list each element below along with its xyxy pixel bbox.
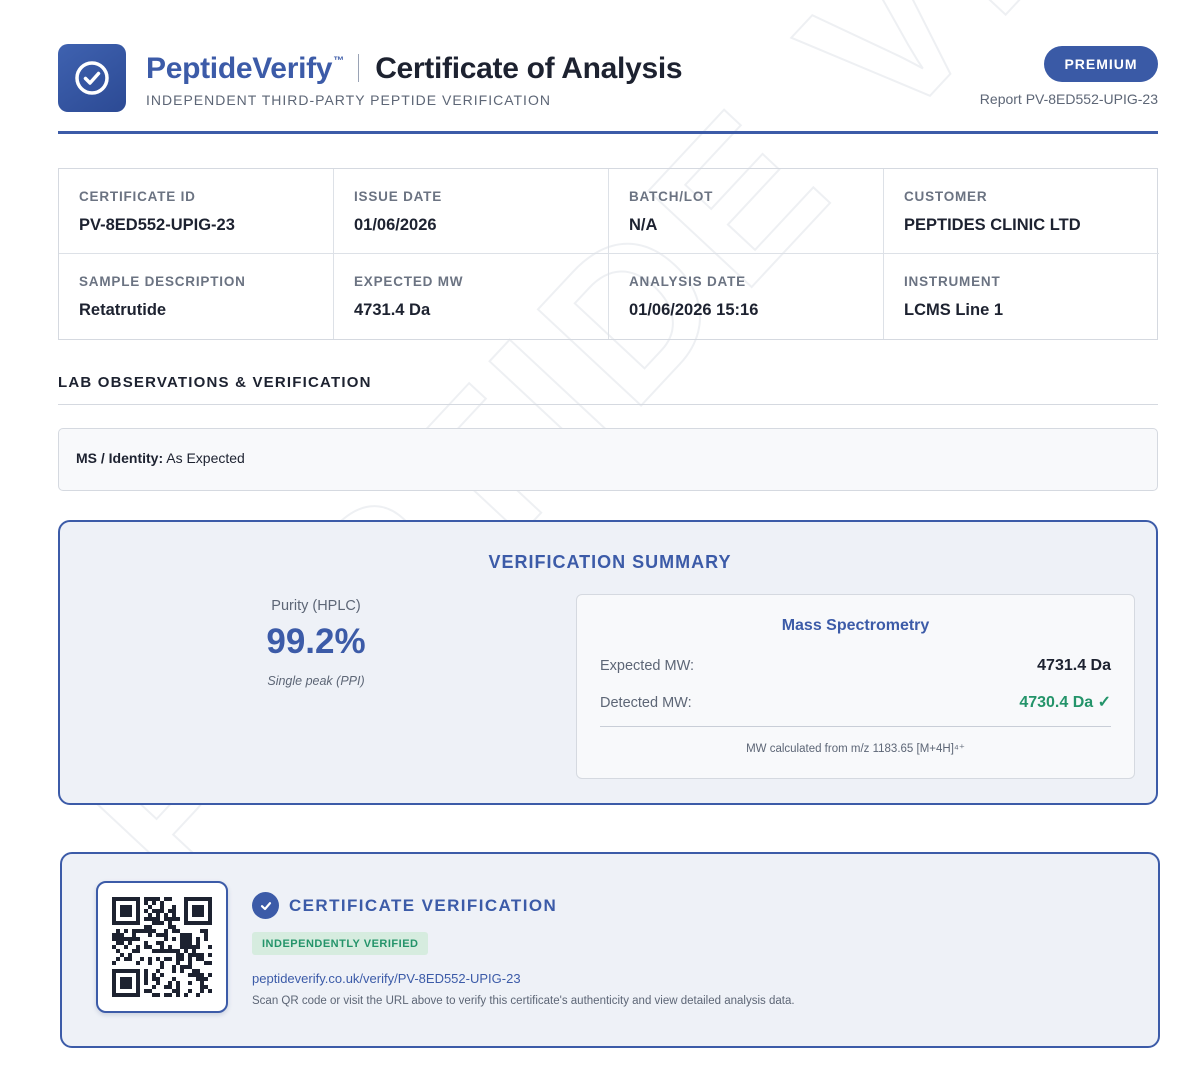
tagline: INDEPENDENT THIRD-PARTY PEPTIDE VERIFICA… — [146, 92, 551, 108]
ms-calculation-note: MW calculated from m/z 1183.65 [M+4H]⁴⁺ — [746, 743, 965, 755]
info-label: INSTRUMENT — [904, 274, 1001, 289]
mass-spectrometry-title: Mass Spectrometry — [781, 617, 930, 634]
header-divider — [58, 131, 1158, 134]
brand-line: PeptideVerify ™ Certificate of Analysis — [146, 50, 683, 86]
premium-badge: PREMIUM — [1044, 46, 1158, 82]
observation-label: MS / Identity: — [76, 450, 164, 466]
observation-value: As Expected — [163, 450, 245, 466]
document-title: Certificate of Analysis — [375, 52, 683, 85]
lab-observations-heading: LAB OBSERVATIONS & VERIFICATION — [58, 374, 372, 391]
info-cell-analysis-date: ANALYSIS DATE 01/06/2026 15:16 — [609, 254, 884, 339]
observation-box: MS / Identity: As Expected — [58, 428, 1158, 491]
qr-code-frame[interactable] — [96, 881, 228, 1013]
info-value: 01/06/2026 15:16 — [629, 301, 759, 319]
verification-heading: CERTIFICATE VERIFICATION — [252, 892, 557, 919]
header: PeptideVerify ™ Certificate of Analysis … — [58, 44, 1158, 114]
independently-verified-badge: INDEPENDENTLY VERIFIED — [252, 932, 429, 955]
verification-title: CERTIFICATE VERIFICATION — [289, 895, 558, 915]
expected-mw-value: 4731.4 Da — [1037, 657, 1111, 674]
brand-name: PeptideVerify — [146, 52, 333, 85]
info-value: N/A — [629, 216, 658, 234]
info-label: CUSTOMER — [904, 189, 988, 204]
info-label: EXPECTED MW — [354, 274, 464, 289]
info-label: SAMPLE DESCRIPTION — [79, 274, 246, 289]
check-circle-icon — [75, 61, 109, 95]
detected-mw-value: 4730.4 Da ✓ — [1019, 694, 1111, 711]
info-value: PV-8ED552-UPIG-23 — [79, 216, 235, 234]
info-cell-customer: CUSTOMER PEPTIDES CLINIC LTD — [884, 169, 1159, 254]
certificate-verification-panel: CERTIFICATE VERIFICATION INDEPENDENTLY V… — [60, 852, 1160, 1048]
section-divider — [58, 404, 1158, 405]
info-value: Retatrutide — [79, 301, 167, 319]
verified-check-icon — [252, 892, 279, 919]
detected-mw-row: Detected MW: 4730.4 Da ✓ — [600, 692, 1111, 712]
info-value: PEPTIDES CLINIC LTD — [904, 216, 1081, 234]
info-value: 01/06/2026 — [354, 216, 437, 234]
info-label: BATCH/LOT — [629, 189, 714, 204]
info-cell-issue-date: ISSUE DATE 01/06/2026 — [334, 169, 609, 254]
trademark: ™ — [333, 55, 345, 67]
qr-code-icon[interactable] — [112, 897, 212, 997]
report-id: Report PV-8ED552-UPIG-23 — [979, 91, 1158, 107]
info-label: ISSUE DATE — [354, 189, 443, 204]
logo — [58, 44, 126, 112]
info-cell-batch-lot: BATCH/LOT N/A — [609, 169, 884, 254]
purity-value: 99.2% — [266, 622, 366, 661]
info-cell-sample-description: SAMPLE DESCRIPTION Retatrutide — [59, 254, 334, 339]
verification-summary-title: VERIFICATION SUMMARY — [488, 552, 732, 572]
purity-label: Purity (HPLC) — [271, 598, 361, 614]
info-cell-certificate-id: CERTIFICATE ID PV-8ED552-UPIG-23 — [59, 169, 334, 254]
info-cell-instrument: INSTRUMENT LCMS Line 1 — [884, 254, 1159, 339]
info-label: ANALYSIS DATE — [629, 274, 746, 289]
purity-block: Purity (HPLC) 99.2% Single peak (PPI) — [216, 598, 416, 688]
mass-spectrometry-card: Mass Spectrometry Expected MW: 4731.4 Da… — [576, 594, 1135, 779]
title-divider — [358, 54, 360, 82]
info-value: 4731.4 Da — [354, 301, 431, 319]
info-value: LCMS Line 1 — [904, 301, 1004, 319]
verification-url-link[interactable]: peptideverify.co.uk/verify/PV-8ED552-UPI… — [252, 971, 521, 986]
verification-summary-panel: VERIFICATION SUMMARY Purity (HPLC) 99.2%… — [58, 520, 1158, 805]
info-label: CERTIFICATE ID — [79, 189, 196, 204]
expected-mw-row: Expected MW: 4731.4 Da — [600, 657, 1111, 675]
expected-mw-label: Expected MW: — [600, 658, 695, 674]
purity-note: Single peak (PPI) — [267, 674, 365, 688]
verification-instructions: Scan QR code or visit the URL above to v… — [252, 995, 795, 1007]
certificate-info-grid: CERTIFICATE ID PV-8ED552-UPIG-23 ISSUE D… — [58, 168, 1159, 340]
info-cell-expected-mw: EXPECTED MW 4731.4 Da — [334, 254, 609, 339]
detected-mw-label: Detected MW: — [600, 695, 692, 711]
ms-divider — [600, 726, 1111, 727]
